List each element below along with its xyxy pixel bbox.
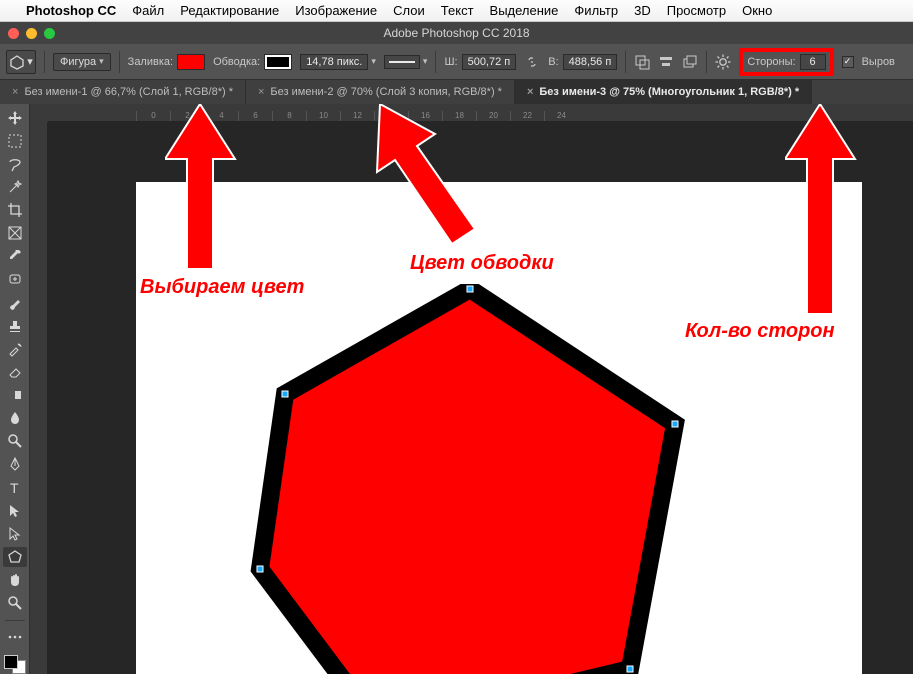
menu-image[interactable]: Изображение <box>295 3 377 18</box>
annotation-arrow-stroke <box>350 104 480 264</box>
menu-layers[interactable]: Слои <box>393 3 425 18</box>
sides-label: Стороны: <box>747 56 795 68</box>
annotation-fill-label: Выбираем цвет <box>140 276 304 299</box>
annotation-stroke-label: Цвет обводки <box>410 252 554 275</box>
height-value[interactable]: 488,56 п <box>563 54 618 70</box>
edit-toolbar-icon[interactable] <box>3 628 27 647</box>
app-name[interactable]: Photoshop CC <box>26 3 116 18</box>
fill-field: Заливка: <box>128 54 205 70</box>
fill-label: Заливка: <box>128 56 173 68</box>
document-tab-3[interactable]: × Без имени-3 @ 75% (Многоугольник 1, RG… <box>515 80 812 104</box>
transform-handle[interactable] <box>257 566 264 573</box>
window-title: Adobe Photoshop CC 2018 <box>0 26 913 40</box>
close-window-button[interactable] <box>8 28 19 39</box>
width-value[interactable]: 500,72 п <box>462 54 517 70</box>
transform-handle[interactable] <box>672 421 679 428</box>
align-icon[interactable] <box>658 54 674 70</box>
menu-view[interactable]: Просмотр <box>667 3 726 18</box>
zoom-window-button[interactable] <box>44 28 55 39</box>
stamp-tool[interactable] <box>3 316 27 335</box>
tab-label: Без имени-3 @ 75% (Многоугольник 1, RGB/… <box>539 86 799 98</box>
shape-mode-label: Фигура <box>60 56 96 68</box>
transform-handle[interactable] <box>467 286 474 293</box>
menu-3d[interactable]: 3D <box>634 3 651 18</box>
history-brush-tool[interactable] <box>3 339 27 358</box>
menu-edit[interactable]: Редактирование <box>180 3 279 18</box>
transform-handle[interactable] <box>627 666 634 673</box>
svg-text:T: T <box>10 480 19 496</box>
tool-panel: T <box>0 104 30 674</box>
menu-filter[interactable]: Фильтр <box>574 3 618 18</box>
menu-file[interactable]: Файл <box>132 3 164 18</box>
path-operations-icon[interactable] <box>634 54 650 70</box>
annotation-arrow-sides <box>785 104 865 319</box>
annotation-arrow-fill <box>165 104 245 274</box>
canvas-area[interactable]: 0 2 4 6 8 10 12 14 16 18 20 22 24 <box>30 104 913 674</box>
stroke-width-value[interactable]: 14,78 пикс. <box>300 54 368 70</box>
sides-field-highlight: Стороны: 6 <box>739 48 833 76</box>
menu-select[interactable]: Выделение <box>490 3 559 18</box>
transform-handle[interactable] <box>282 391 289 398</box>
ruler-origin[interactable] <box>30 104 48 122</box>
healing-brush-tool[interactable] <box>3 270 27 289</box>
color-swatch-toggle[interactable] <box>4 655 26 674</box>
type-tool[interactable]: T <box>3 478 27 497</box>
close-tab-icon[interactable]: × <box>12 86 18 98</box>
annotation-sides-label: Кол-во сторон <box>685 320 835 343</box>
minimize-window-button[interactable] <box>26 28 37 39</box>
arrange-icon[interactable] <box>682 54 698 70</box>
blur-tool[interactable] <box>3 409 27 428</box>
foreground-color-swatch[interactable] <box>4 655 18 669</box>
crop-tool[interactable] <box>3 201 27 220</box>
tab-label: Без имени-2 @ 70% (Слой 3 копия, RGB/8*)… <box>270 86 502 98</box>
path-select-tool[interactable] <box>3 501 27 520</box>
stroke-label: Обводка: <box>213 56 260 68</box>
move-tool[interactable] <box>3 108 27 127</box>
frame-tool[interactable] <box>3 224 27 243</box>
polygon-shape[interactable] <box>225 284 705 674</box>
magic-wand-tool[interactable] <box>3 177 27 196</box>
width-label: Ш: <box>444 56 457 68</box>
gear-icon[interactable] <box>715 54 731 70</box>
align-edges-checkbox[interactable]: ✓ <box>842 56 854 68</box>
eyedropper-tool[interactable] <box>3 247 27 266</box>
close-tab-icon[interactable]: × <box>527 86 533 98</box>
zoom-tool[interactable] <box>3 594 27 613</box>
marquee-tool[interactable] <box>3 131 27 150</box>
mac-menubar: Photoshop CC Файл Редактирование Изображ… <box>0 0 913 22</box>
menu-text[interactable]: Текст <box>441 3 474 18</box>
menu-window[interactable]: Окно <box>742 3 772 18</box>
shape-mode-dropdown[interactable]: Фигура ▾ <box>53 53 111 71</box>
stroke-style-dropdown[interactable]: ▾ <box>384 55 428 69</box>
height-label: В: <box>548 56 558 68</box>
fill-color-swatch[interactable] <box>177 54 205 70</box>
hand-tool[interactable] <box>3 571 27 590</box>
stroke-width-dropdown[interactable]: 14,78 пикс. ▾ <box>300 54 376 70</box>
dodge-tool[interactable] <box>3 432 27 451</box>
document-tabs: × Без имени-1 @ 66,7% (Слой 1, RGB/8*) *… <box>0 80 913 104</box>
close-tab-icon[interactable]: × <box>258 86 264 98</box>
document-tab-1[interactable]: × Без имени-1 @ 66,7% (Слой 1, RGB/8*) * <box>0 80 246 104</box>
polygon-tool[interactable] <box>3 547 27 566</box>
align-edges-label: Выров <box>862 56 895 68</box>
lasso-tool[interactable] <box>3 154 27 173</box>
link-dimensions-icon[interactable] <box>524 54 540 70</box>
window-titlebar: Adobe Photoshop CC 2018 <box>0 22 913 44</box>
pen-tool[interactable] <box>3 455 27 474</box>
sides-value[interactable]: 6 <box>800 54 826 70</box>
direct-select-tool[interactable] <box>3 524 27 543</box>
options-bar: ▾ Фигура ▾ Заливка: Обводка: 14,78 пикс.… <box>0 44 913 80</box>
eraser-tool[interactable] <box>3 362 27 381</box>
active-tool-icon[interactable]: ▾ <box>6 50 36 74</box>
tab-label: Без имени-1 @ 66,7% (Слой 1, RGB/8*) * <box>24 86 233 98</box>
stroke-field: Обводка: <box>213 54 292 70</box>
document-tab-2[interactable]: × Без имени-2 @ 70% (Слой 3 копия, RGB/8… <box>246 80 515 104</box>
ruler-vertical[interactable] <box>30 122 48 674</box>
gradient-tool[interactable] <box>3 386 27 405</box>
stroke-color-swatch[interactable] <box>264 54 292 70</box>
brush-tool[interactable] <box>3 293 27 312</box>
traffic-lights <box>8 28 55 39</box>
